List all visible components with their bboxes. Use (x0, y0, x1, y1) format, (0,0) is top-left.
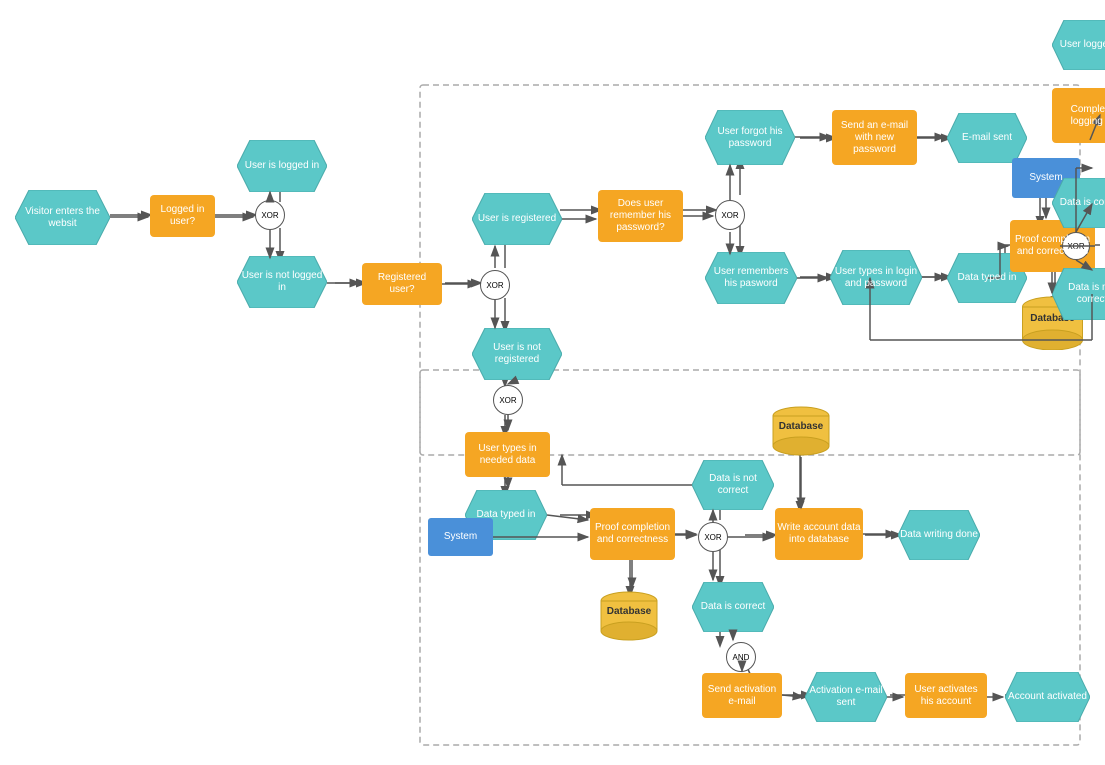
registered-user-node: Registered user? (362, 263, 442, 305)
user-registered-node: User is registered (472, 193, 562, 245)
does-user-remember-node: Does user remember his password? (598, 190, 683, 242)
complete-logging-node: Complete logging in (1052, 88, 1105, 143)
user-activates-node: User activates his account (905, 673, 987, 718)
user-types-needed-node: User types in needed data (465, 432, 550, 477)
user-logged-node: User is logged in (237, 140, 327, 192)
database-bot-top-node: Database (770, 405, 832, 457)
visitor-node: Visitor enters the websit (15, 190, 110, 245)
send-activation-node: Send activation e-mail (702, 673, 782, 718)
xor2-node: XOR (480, 270, 510, 300)
user-logged-in-node: User logged in (1052, 20, 1105, 70)
user-types-login-node: User types in login and password (830, 250, 922, 305)
xor5b-node: XOR (698, 522, 728, 552)
activation-sent-node: Activation e-mail sent (805, 672, 887, 722)
write-account-node: Write account data into database (775, 508, 863, 560)
user-not-logged-node: User is not logged in (237, 256, 327, 308)
user-remembers-node: User remembers his pasword (705, 252, 797, 304)
xor5-node: XOR (493, 385, 523, 415)
logged-in-user-node: Logged in user? (150, 195, 215, 237)
xor3-node: XOR (715, 200, 745, 230)
data-correct-bot-node: Data is correct (692, 582, 774, 632)
user-forgot-node: User forgot his password (705, 110, 795, 165)
user-not-registered-node: User is not registered (472, 328, 562, 380)
data-not-correct-bot-node: Data is not correct (692, 460, 774, 510)
email-sent-node: E-mail sent (947, 113, 1027, 163)
proof-bot-node: Proof completion and correctness (590, 508, 675, 560)
account-activated-node: Account activated (1005, 672, 1090, 722)
data-not-correct-top-node: Data is not correct (1052, 268, 1105, 320)
and1-node: AND (726, 642, 756, 672)
xor1-node: XOR (255, 200, 285, 230)
database-bot-node: Database (598, 590, 660, 642)
send-email-node: Send an e-mail with new password (832, 110, 917, 165)
system-bot-node: System (428, 518, 493, 556)
data-writing-node: Data writing done (898, 510, 980, 560)
